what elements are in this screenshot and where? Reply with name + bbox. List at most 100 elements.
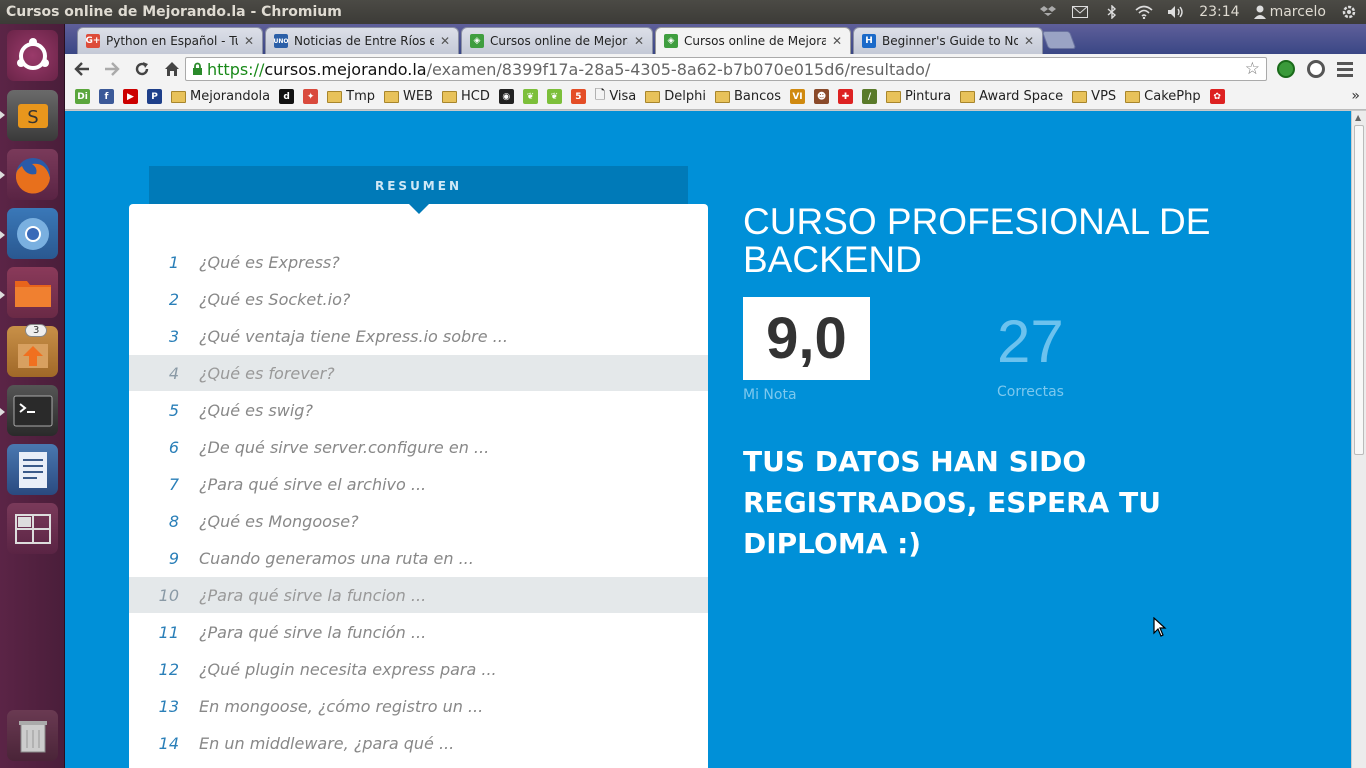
bookmark-label: WEB xyxy=(402,89,433,104)
browser-toolbar: https://cursos.mejorando.la/examen/8399f… xyxy=(65,54,1366,84)
course-title: CURSO PROFESIONAL DE BACKEND xyxy=(743,201,1211,280)
bookmark-item-0[interactable]: Di xyxy=(75,89,90,104)
bookmark-item-5[interactable]: d xyxy=(279,89,295,104)
tab-0[interactable]: G+ Python en Español - Tutor ✕ xyxy=(77,27,263,54)
tab-2[interactable]: ◈ Cursos online de Mejoran ✕ xyxy=(461,27,653,54)
home-button[interactable] xyxy=(159,56,185,82)
reload-button[interactable] xyxy=(129,56,155,82)
bookmark-item-19[interactable]: ✚ xyxy=(838,89,854,104)
bookmark-item-25[interactable]: ✿ xyxy=(1209,89,1225,104)
bookmark-item-14[interactable]: 🗋 Visa xyxy=(595,86,636,108)
bookmarks-overflow-icon[interactable]: » xyxy=(1351,88,1360,104)
user-icon xyxy=(1253,5,1266,19)
launcher-sublime-text[interactable]: S xyxy=(7,90,58,141)
question-row[interactable]: 10 ¿Para qué sirve la funcion ... xyxy=(129,577,708,613)
question-text: ¿Para qué sirve el archivo ... xyxy=(199,474,427,494)
power-gear-icon[interactable] xyxy=(1340,5,1358,19)
folder-icon xyxy=(171,90,186,103)
mejorandola-icon: ◈ xyxy=(470,34,484,48)
dropbox-icon[interactable] xyxy=(1039,5,1057,19)
bookmark-item-10[interactable]: ◉ xyxy=(498,89,514,104)
question-row[interactable]: 11 ¿Para qué sirve la función ... xyxy=(129,614,708,650)
question-row[interactable]: 14 En un middleware, ¿para qué ... xyxy=(129,725,708,761)
question-row[interactable]: 15¿Qué plug in de express ... xyxy=(129,762,708,768)
bookmark-item-11[interactable]: ❦ xyxy=(522,89,538,104)
question-row[interactable]: 6 ¿De qué sirve server.configure en ... xyxy=(129,429,708,465)
tab-4[interactable]: H Beginner's Guide to Node ✕ xyxy=(853,27,1043,54)
question-row[interactable]: 8 ¿Qué es Mongoose? xyxy=(129,503,708,539)
bookmark-item-12[interactable]: ❦ xyxy=(546,89,562,104)
question-row[interactable]: 9 Cuando generamos una ruta en ... xyxy=(129,540,708,576)
back-button[interactable] xyxy=(69,56,95,82)
bookmark-label: Mejorandola xyxy=(190,89,271,104)
bookmark-item-24[interactable]: CakePhp xyxy=(1125,89,1201,104)
bookmark-item-20[interactable]: / xyxy=(862,89,878,104)
scrollbar-thumb[interactable] xyxy=(1354,125,1364,455)
bookmark-item-21[interactable]: Pintura xyxy=(886,89,951,104)
bookmark-item-17[interactable]: VI xyxy=(790,89,806,104)
extension-gray-icon[interactable] xyxy=(1307,60,1325,78)
bookmark-label: Tmp xyxy=(346,89,375,104)
extension-green-icon[interactable] xyxy=(1277,60,1295,78)
bookmark-item-7[interactable]: Tmp xyxy=(327,89,375,104)
url-path: /examen/8399f17a-28a5-4305-8a62-b7b070e0… xyxy=(426,59,931,79)
bluetooth-icon[interactable] xyxy=(1103,5,1121,19)
bookmark-item-8[interactable]: WEB xyxy=(383,89,433,104)
close-tab-icon[interactable]: ✕ xyxy=(1024,34,1034,48)
launcher-trash[interactable] xyxy=(7,710,58,761)
close-tab-icon[interactable]: ✕ xyxy=(440,34,450,48)
bookmark-star-icon[interactable]: ☆ xyxy=(1245,59,1260,79)
question-row[interactable]: 3 ¿Qué ventaja tiene Express.io sobre ... xyxy=(129,318,708,354)
new-tab-button[interactable] xyxy=(1041,31,1077,49)
question-row[interactable]: 7 ¿Para qué sirve el archivo ... xyxy=(129,466,708,502)
launcher-terminal[interactable] xyxy=(7,385,58,436)
correct-label: Correctas xyxy=(997,384,1064,400)
launcher-firefox[interactable] xyxy=(7,149,58,200)
address-bar[interactable]: https://cursos.mejorando.la/examen/8399f… xyxy=(185,57,1267,81)
question-row[interactable]: 13 En mongoose, ¿cómo registro un ... xyxy=(129,688,708,724)
launcher-writer[interactable] xyxy=(7,444,58,495)
question-row[interactable]: 5 ¿Qué es swig? xyxy=(129,392,708,428)
scroll-up-arrow-icon[interactable]: ▲ xyxy=(1355,113,1361,122)
question-number: 14 xyxy=(158,733,179,753)
bookmark-item-22[interactable]: Award Space xyxy=(960,89,1063,104)
forward-button[interactable] xyxy=(99,56,125,82)
volume-icon[interactable] xyxy=(1167,5,1185,19)
close-tab-icon[interactable]: ✕ xyxy=(832,34,842,48)
tab-3-active[interactable]: ◈ Cursos online de Mejoran ✕ xyxy=(655,27,851,54)
page-scrollbar[interactable]: ▲ xyxy=(1351,111,1366,768)
bookmark-item-23[interactable]: VPS xyxy=(1072,89,1116,104)
folder-icon xyxy=(715,90,731,103)
bookmark-item-15[interactable]: Delphi xyxy=(645,89,706,104)
tab-1[interactable]: UNO Noticias de Entre Ríos en ✕ xyxy=(265,27,459,54)
launcher-workspaces[interactable] xyxy=(7,503,58,554)
bookmark-item-18[interactable]: ☻ xyxy=(814,89,830,104)
launcher-chromium[interactable] xyxy=(7,208,58,259)
question-text: ¿Qué plugin necesita express para ... xyxy=(199,659,497,679)
bookmark-item-2[interactable]: ▶ xyxy=(123,89,138,104)
chrome-menu-button[interactable] xyxy=(1337,60,1353,78)
close-tab-icon[interactable]: ✕ xyxy=(634,34,644,48)
question-row[interactable]: 4 ¿Qué es forever? xyxy=(129,355,708,391)
bookmark-item-13[interactable]: 5 xyxy=(570,89,586,104)
bookmark-item-6[interactable]: ✦ xyxy=(303,89,319,104)
question-number: 2 xyxy=(168,289,179,309)
bookmark-item-1[interactable]: f xyxy=(99,89,114,104)
dash-home-button[interactable] xyxy=(7,30,58,81)
bookmark-item-3[interactable]: P xyxy=(147,89,162,104)
mail-icon[interactable] xyxy=(1071,5,1089,19)
launcher-files[interactable] xyxy=(7,267,58,318)
user-menu[interactable]: marcelo xyxy=(1253,4,1326,20)
question-row[interactable]: 2 ¿Qué es Socket.io? xyxy=(129,281,708,317)
bookmark-item-9[interactable]: HCD xyxy=(441,89,490,104)
bookmark-item-16[interactable]: Bancos xyxy=(715,89,781,104)
bookmark-favicon-icon: 5 xyxy=(570,89,586,104)
google-plus-icon: G+ xyxy=(85,34,101,48)
launcher-software-updater[interactable]: 3 xyxy=(7,324,58,377)
wifi-icon[interactable] xyxy=(1135,5,1153,19)
close-tab-icon[interactable]: ✕ xyxy=(244,34,254,48)
clock-text[interactable]: 23:14 xyxy=(1199,4,1239,20)
question-row[interactable]: 1 ¿Qué es Express? xyxy=(129,244,708,280)
bookmark-item-4[interactable]: Mejorandola xyxy=(171,89,270,104)
question-row[interactable]: 12 ¿Qué plugin necesita express para ... xyxy=(129,651,708,687)
